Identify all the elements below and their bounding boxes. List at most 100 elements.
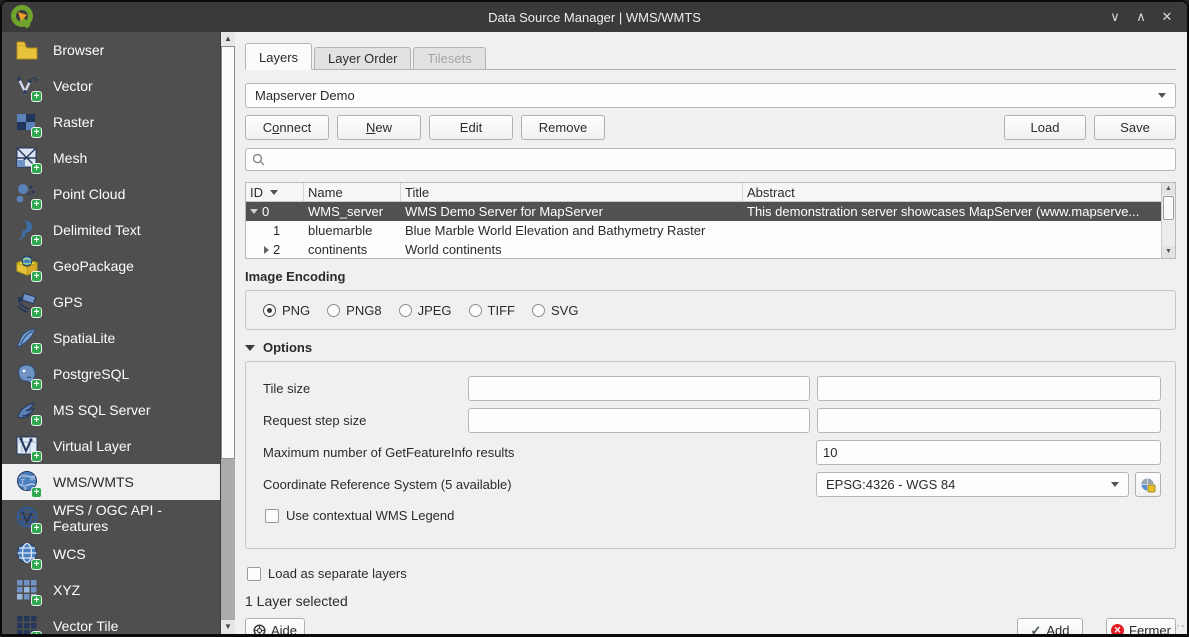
contextual-legend-checkbox[interactable] bbox=[265, 509, 279, 523]
plus-badge-icon: + bbox=[31, 415, 42, 426]
encoding-option-svg[interactable]: SVG bbox=[532, 303, 578, 318]
plus-badge-icon: + bbox=[31, 127, 42, 138]
titlebar: Data Source Manager | WMS/WMTS ∨ ∧ ✕ bbox=[2, 2, 1187, 32]
chevron-down-icon bbox=[1158, 93, 1166, 98]
image-encoding-label: Image Encoding bbox=[245, 269, 1176, 284]
expander-expanded-icon[interactable] bbox=[250, 209, 258, 214]
load-separate-checkbox[interactable] bbox=[247, 567, 261, 581]
tab-layers[interactable]: Layers bbox=[245, 43, 312, 70]
wms-icon: T+ bbox=[14, 469, 40, 495]
tile-size-width-input[interactable] bbox=[468, 376, 810, 401]
resize-grip[interactable]: ⠠⠄⠂⠁ bbox=[1174, 622, 1184, 632]
request-step-label: Request step size bbox=[263, 413, 468, 428]
sidebar-item-wms-wmts[interactable]: T+WMS/WMTS bbox=[2, 464, 220, 500]
check-icon: ✓ bbox=[1030, 623, 1041, 637]
remove-button[interactable]: Remove bbox=[521, 115, 605, 140]
encoding-option-png8[interactable]: PNG8 bbox=[327, 303, 381, 318]
sidebar-scrollbar-thumb[interactable] bbox=[221, 46, 235, 459]
crs-picker-button[interactable] bbox=[1135, 472, 1161, 497]
new-button[interactable]: New bbox=[337, 115, 421, 140]
dialog-footer: Aide ✓ Add ✕ Fermer bbox=[245, 618, 1176, 637]
connection-combobox[interactable]: Mapserver Demo bbox=[245, 83, 1176, 108]
sidebar-item-raster[interactable]: +Raster bbox=[2, 104, 220, 140]
sidebar-scrollbar[interactable]: ▲ ▼ bbox=[220, 32, 235, 634]
sidebar-item-ms-sql-server[interactable]: +MS SQL Server bbox=[2, 392, 220, 428]
column-header-abstract[interactable]: Abstract bbox=[743, 183, 1161, 201]
contextual-legend-label: Use contextual WMS Legend bbox=[286, 508, 454, 523]
encoding-option-label: PNG8 bbox=[346, 303, 381, 318]
help-button[interactable]: Aide bbox=[245, 618, 305, 637]
column-header-id[interactable]: ID bbox=[246, 183, 304, 201]
expander-collapsed-icon[interactable] bbox=[264, 246, 269, 254]
request-step-input-1[interactable] bbox=[468, 408, 810, 433]
sidebar-item-geopackage[interactable]: + GeoPackage bbox=[2, 248, 220, 284]
minimize-icon[interactable]: ∨ bbox=[1107, 9, 1123, 25]
maximize-icon[interactable]: ∧ bbox=[1133, 9, 1149, 25]
sidebar-item-xyz[interactable]: +XYZ bbox=[2, 572, 220, 608]
scroll-down-icon[interactable]: ▼ bbox=[1162, 246, 1175, 258]
table-scrollbar-thumb[interactable] bbox=[1163, 196, 1174, 220]
plus-badge-icon: + bbox=[31, 379, 42, 390]
encoding-option-png[interactable]: PNG bbox=[263, 303, 310, 318]
column-header-name[interactable]: Name bbox=[304, 183, 401, 201]
tab-tilesets: Tilesets bbox=[413, 47, 485, 69]
sidebar-item-virtual-layer[interactable]: +Virtual Layer bbox=[2, 428, 220, 464]
sidebar-item-gps[interactable]: +GPS bbox=[2, 284, 220, 320]
radio-icon[interactable] bbox=[469, 304, 482, 317]
connection-selected: Mapserver Demo bbox=[255, 88, 355, 103]
sidebar-item-vector-tile[interactable]: +Vector Tile bbox=[2, 608, 220, 634]
vector-icon: + bbox=[14, 73, 40, 99]
sidebar-item-wfs-ogc-api-features[interactable]: +WFS / OGC API - Features bbox=[2, 500, 220, 536]
max-getfeatureinfo-input[interactable] bbox=[816, 440, 1161, 465]
sidebar-item-spatialite[interactable]: +SpatiaLite bbox=[2, 320, 220, 356]
options-section-header[interactable]: Options bbox=[245, 340, 1176, 355]
radio-icon[interactable] bbox=[263, 304, 276, 317]
scroll-up-icon[interactable]: ▲ bbox=[1162, 183, 1175, 195]
search-input[interactable] bbox=[270, 152, 1169, 167]
tab-layer-order[interactable]: Layer Order bbox=[314, 47, 411, 69]
radio-icon[interactable] bbox=[327, 304, 340, 317]
crs-combobox[interactable]: EPSG:4326 - WGS 84 bbox=[816, 472, 1129, 497]
sidebar-item-vector[interactable]: +Vector bbox=[2, 68, 220, 104]
scroll-up-icon[interactable]: ▲ bbox=[221, 32, 235, 46]
delimited-text-icon: + bbox=[14, 217, 40, 243]
table-scrollbar[interactable]: ▲ ▼ bbox=[1161, 183, 1175, 258]
load-button[interactable]: Load bbox=[1004, 115, 1086, 140]
sidebar-item-wcs[interactable]: +WCS bbox=[2, 536, 220, 572]
scroll-down-icon[interactable]: ▼ bbox=[221, 620, 235, 634]
close-dialog-button[interactable]: ✕ Fermer bbox=[1106, 618, 1176, 637]
encoding-option-tiff[interactable]: TIFF bbox=[469, 303, 515, 318]
contextual-legend-checkbox-row[interactable]: Use contextual WMS Legend bbox=[265, 508, 1161, 523]
cell-title: Blue Marble World Elevation and Bathymet… bbox=[401, 223, 743, 238]
sidebar-item-delimited-text[interactable]: +Delimited Text bbox=[2, 212, 220, 248]
layer-search-box[interactable] bbox=[245, 148, 1176, 171]
table-row[interactable]: 2continentsWorld continents bbox=[246, 240, 1161, 258]
close-icon[interactable]: ✕ bbox=[1159, 9, 1175, 25]
sidebar-item-mesh[interactable]: +Mesh bbox=[2, 140, 220, 176]
edit-button[interactable]: Edit bbox=[429, 115, 513, 140]
load-separate-checkbox-row[interactable]: Load as separate layers bbox=[238, 566, 1176, 581]
image-encoding-group: PNG PNG8 JPEG TIFF SVG bbox=[245, 290, 1176, 330]
encoding-option-jpeg[interactable]: JPEG bbox=[399, 303, 452, 318]
cell-abstract: This demonstration server showcases MapS… bbox=[743, 204, 1161, 219]
sidebar-item-point-cloud[interactable]: +Point Cloud bbox=[2, 176, 220, 212]
sidebar-item-label: GeoPackage bbox=[53, 258, 134, 274]
tile-size-height-input[interactable] bbox=[817, 376, 1161, 401]
connect-button[interactable]: Connect bbox=[245, 115, 329, 140]
radio-icon[interactable] bbox=[532, 304, 545, 317]
save-button[interactable]: Save bbox=[1094, 115, 1176, 140]
radio-icon[interactable] bbox=[399, 304, 412, 317]
sidebar-item-postgresql[interactable]: +PostgreSQL bbox=[2, 356, 220, 392]
sidebar-item-browser[interactable]: Browser bbox=[2, 32, 220, 68]
source-type-sidebar: Browser+Vector+Raster+Mesh+Point Cloud+D… bbox=[2, 32, 220, 634]
table-row[interactable]: 1bluemarbleBlue Marble World Elevation a… bbox=[246, 221, 1161, 240]
request-step-input-2[interactable] bbox=[817, 408, 1161, 433]
add-button[interactable]: ✓ Add bbox=[1017, 618, 1083, 637]
plus-badge-icon: + bbox=[31, 271, 42, 282]
tabbar: LayersLayer OrderTilesets bbox=[245, 38, 1176, 70]
cell-id: 0 bbox=[262, 204, 269, 219]
cell-id: 2 bbox=[273, 242, 280, 257]
column-header-title[interactable]: Title bbox=[401, 183, 743, 201]
layers-table: ID Name Title Abstract 0WMS_serverWMS De… bbox=[245, 182, 1176, 259]
table-row[interactable]: 0WMS_serverWMS Demo Server for MapServer… bbox=[246, 202, 1161, 221]
